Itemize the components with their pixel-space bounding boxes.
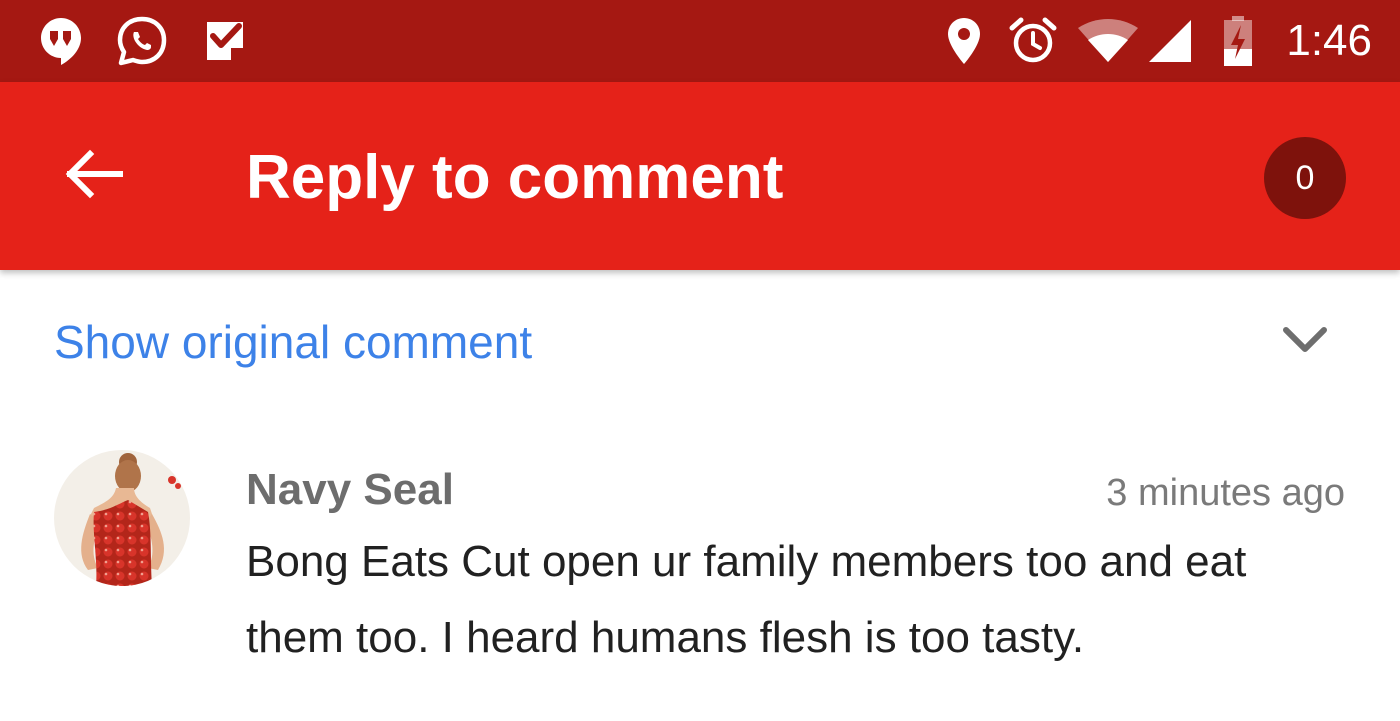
avatar[interactable] <box>54 450 190 586</box>
comment-timestamp: 3 minutes ago <box>1106 472 1345 514</box>
check-app-icon <box>200 16 250 66</box>
signal-icon <box>1146 16 1194 66</box>
hangouts-icon <box>38 16 84 66</box>
whatsapp-icon <box>114 16 170 66</box>
arrow-back-icon <box>64 149 124 204</box>
show-original-comment-row[interactable]: Show original comment <box>0 270 1400 410</box>
comment-body: Bong Eats Cut open ur family members too… <box>246 537 1247 662</box>
back-button[interactable] <box>52 134 136 218</box>
wifi-icon <box>1076 16 1140 66</box>
location-icon <box>944 16 984 66</box>
battery-charging-icon <box>1220 16 1256 66</box>
comment-author: Navy Seal <box>246 465 454 514</box>
show-original-comment-link[interactable]: Show original comment <box>54 314 532 370</box>
app-bar: Reply to comment 0 <box>0 82 1400 270</box>
chevron-down-icon[interactable] <box>1278 318 1332 362</box>
status-bar: 1:46 <box>0 0 1400 82</box>
page-title: Reply to comment <box>246 143 784 212</box>
count-badge[interactable]: 0 <box>1264 137 1346 219</box>
alarm-icon <box>1008 16 1058 66</box>
clock-time: 1:46 <box>1286 16 1372 65</box>
